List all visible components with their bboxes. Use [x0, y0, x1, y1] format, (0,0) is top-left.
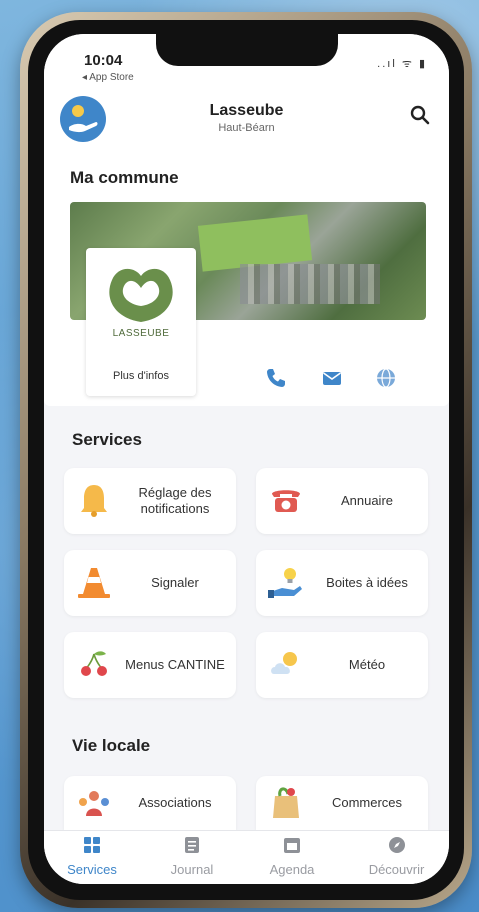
region-name: Haut-Béarn	[218, 122, 275, 134]
logo-text: LASSEUBE	[112, 328, 170, 339]
status-icons: ..ıl ᯤ ▮	[377, 58, 427, 70]
phone-frame: 10:04 ◂ App Store ..ıl ᯤ ▮ Lasseube Haut…	[20, 12, 472, 908]
people-icon	[79, 791, 109, 816]
grid-icon	[84, 837, 100, 853]
tile-menus-cantine[interactable]: Menus CANTINE	[64, 632, 236, 698]
tile-signaler[interactable]: Signaler	[64, 550, 236, 616]
status-time: 10:04	[84, 52, 123, 69]
tile-annuaire[interactable]: Annuaire	[256, 468, 428, 534]
tile-label: Boites à idées	[326, 575, 408, 590]
tab-label: Services	[67, 862, 117, 877]
globe-icon[interactable]	[374, 366, 398, 390]
compass-icon	[388, 837, 405, 853]
tile-meteo[interactable]: Météo	[256, 632, 428, 698]
tab-journal[interactable]: Journal	[144, 835, 240, 877]
notch	[156, 34, 338, 66]
vie-locale-title: Vie locale	[72, 736, 151, 755]
tab-agenda[interactable]: Agenda	[244, 835, 340, 877]
tab-bar: Services Journal Agenda Découvrir	[44, 830, 449, 884]
tile-label: Réglage des notifications	[138, 485, 212, 516]
photo-village	[240, 264, 380, 304]
tile-label: Signaler	[151, 575, 199, 590]
app-header: Lasseube Haut-Béarn	[44, 90, 449, 160]
search-icon[interactable]	[409, 104, 431, 126]
tab-label: Agenda	[269, 862, 315, 877]
tile-notifications[interactable]: Réglage des notifications	[64, 468, 236, 534]
tile-associations[interactable]: Associations	[64, 776, 236, 830]
city-name: Lasseube	[209, 102, 284, 119]
tab-label: Découvrir	[368, 862, 425, 877]
commune-logo-card[interactable]: LASSEUBE Plus d'infos	[86, 248, 196, 396]
phone-icon[interactable]	[264, 366, 288, 390]
phone-screen: 10:04 ◂ App Store ..ıl ᯤ ▮ Lasseube Haut…	[44, 34, 449, 884]
idea-icon	[268, 568, 302, 598]
more-info-link[interactable]: Plus d'infos	[86, 370, 196, 382]
tile-boites-idees[interactable]: Boites à idées	[256, 550, 428, 616]
back-to-app-store-link[interactable]: ◂ App Store	[82, 72, 134, 83]
traffic-cone-icon	[78, 568, 110, 598]
tile-label: Annuaire	[340, 493, 394, 508]
telephone-icon	[272, 490, 300, 512]
tab-label: Journal	[170, 862, 214, 877]
tile-label: Menus CANTINE	[125, 657, 225, 672]
tile-label: Commerces	[331, 795, 403, 810]
tab-decouvrir[interactable]: Découvrir	[344, 835, 449, 877]
tile-commerces[interactable]: Commerces	[256, 776, 428, 830]
journal-icon	[185, 837, 199, 853]
commune-card: Ma commune LASSEUBE Plus d'infos	[44, 160, 449, 406]
bell-icon	[81, 485, 107, 517]
commune-title: Ma commune	[70, 168, 179, 187]
weather-icon	[271, 652, 297, 674]
calendar-icon	[284, 838, 300, 853]
lasseube-logo-icon	[109, 268, 173, 322]
shopping-bag-icon	[273, 787, 299, 818]
tile-label: Associations	[138, 795, 212, 810]
tile-label: Météo	[348, 657, 386, 672]
tab-services[interactable]: Services	[44, 835, 140, 877]
cherries-icon	[81, 651, 107, 676]
mail-icon[interactable]	[320, 366, 344, 390]
services-title: Services	[72, 430, 142, 449]
